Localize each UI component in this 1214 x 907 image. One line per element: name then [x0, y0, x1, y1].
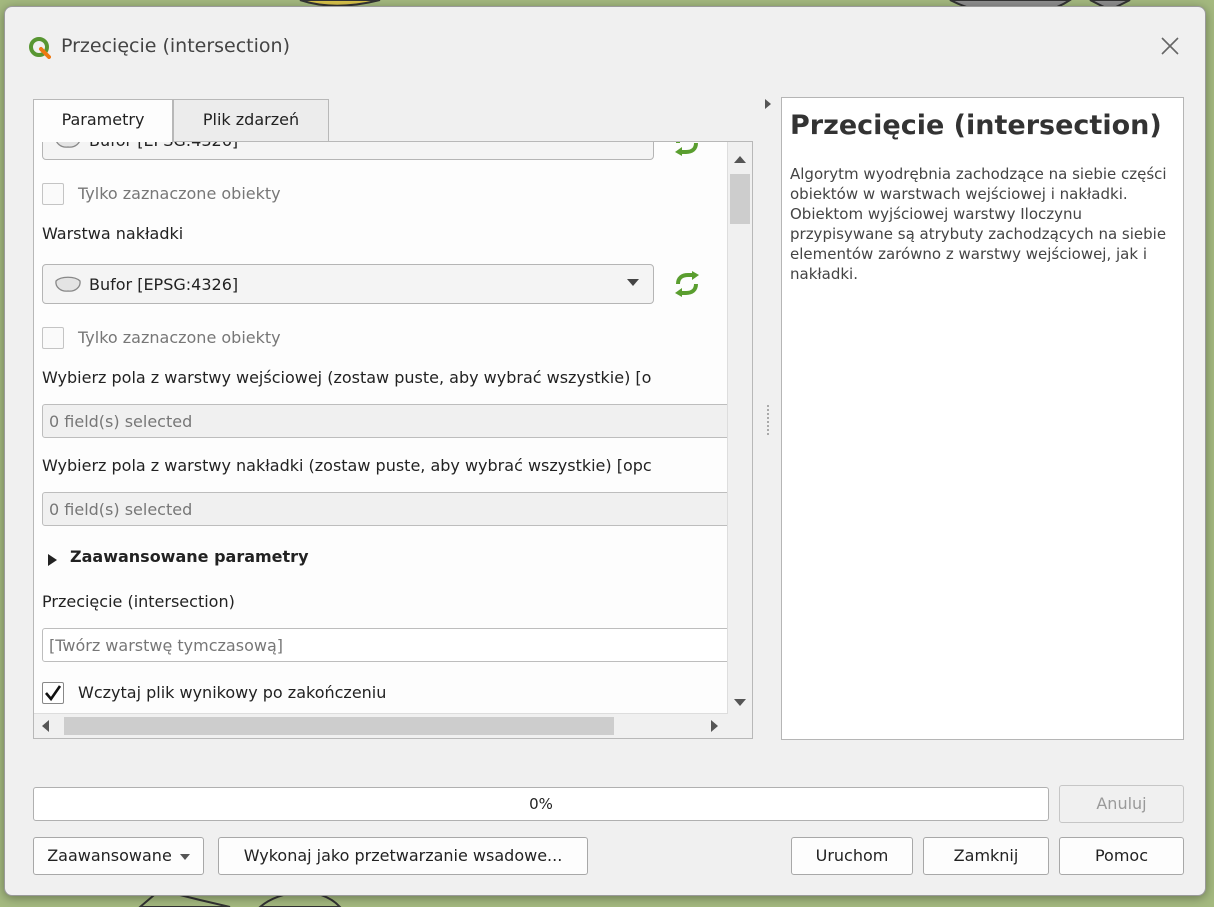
overlay-fields-selector[interactable]: 0 field(s) selected [42, 492, 728, 526]
iterate-refresh-icon[interactable] [672, 271, 702, 297]
selected-only-label-2: Tylko zaznaczone obiekty [78, 328, 281, 347]
scroll-down-arrow-icon[interactable] [734, 699, 746, 706]
checkmark-icon [45, 685, 62, 702]
progress-bar: 0% [33, 787, 1049, 821]
input-layer-combo[interactable]: Bufor [EPSG:4326] [42, 142, 654, 160]
overlay-fields-label: Wybierz pola z warstwy nakładki (zostaw … [42, 456, 652, 475]
selected-only-checkbox-1[interactable] [42, 183, 64, 205]
scrollbar-thumb[interactable] [64, 717, 614, 735]
tab-plik-zdarzen[interactable]: Plik zdarzeń [173, 99, 329, 141]
horizontal-scrollbar[interactable] [34, 713, 728, 738]
progress-label: 0% [529, 795, 553, 813]
cancel-button[interactable]: Anuluj [1059, 785, 1184, 823]
expand-arrow-icon[interactable] [48, 554, 57, 566]
chevron-down-icon [179, 853, 190, 860]
overlay-layer-combo[interactable]: Bufor [EPSG:4326] [42, 264, 654, 304]
help-title: Przecięcie (intersection) [790, 110, 1162, 141]
load-result-label: Wczytaj plik wynikowy po zakończeniu [78, 683, 387, 702]
collapse-help-arrow-icon[interactable] [765, 99, 771, 109]
dialog-title: Przecięcie (intersection) [61, 35, 290, 57]
close-icon[interactable] [1155, 31, 1185, 61]
input-fields-selector[interactable]: 0 field(s) selected [42, 404, 728, 438]
help-button[interactable]: Pomoc [1059, 837, 1184, 875]
polygon-layer-icon [56, 142, 80, 148]
scroll-up-arrow-icon[interactable] [734, 156, 746, 163]
output-label: Przecięcie (intersection) [42, 592, 235, 611]
scroll-corner [728, 714, 752, 738]
overlay-layer-label: Warstwa nakładki [42, 224, 184, 243]
parameters-panel: Bufor [EPSG:4326] Tylko zaznaczone obiek… [33, 141, 753, 739]
scroll-right-arrow-icon[interactable] [711, 720, 718, 732]
vertical-scrollbar[interactable] [727, 142, 752, 716]
output-destination-field[interactable]: [Twórz warstwę tymczasową] [42, 628, 728, 662]
advanced-dropdown-button[interactable]: Zaawansowane [33, 837, 204, 875]
run-as-batch-button[interactable]: Wykonaj jako przetwarzanie wsadowe... [218, 837, 588, 875]
tab-parametry[interactable]: Parametry [33, 99, 173, 142]
chevron-down-icon [627, 279, 639, 286]
selected-only-label-1: Tylko zaznaczone obiekty [78, 184, 281, 203]
splitter-handle[interactable] [767, 405, 769, 435]
title-bar: Przecięcie (intersection) [5, 7, 1205, 87]
scrollbar-thumb[interactable] [730, 174, 750, 224]
input-fields-label: Wybierz pola z warstwy wejściowej (zosta… [42, 368, 652, 387]
selected-only-checkbox-2[interactable] [42, 327, 64, 349]
run-button[interactable]: Uruchom [791, 837, 913, 875]
qgis-logo-icon [29, 37, 51, 59]
iterate-refresh-icon[interactable] [672, 142, 702, 156]
load-result-checkbox[interactable] [42, 682, 64, 704]
intersection-dialog: Przecięcie (intersection) Parametry Plik… [4, 6, 1206, 896]
help-panel: Przecięcie (intersection) Algorytm wyodr… [781, 97, 1184, 740]
close-button[interactable]: Zamknij [923, 837, 1049, 875]
scroll-left-arrow-icon[interactable] [42, 720, 49, 732]
parameters-scroll-area: Bufor [EPSG:4326] Tylko zaznaczone obiek… [34, 142, 728, 716]
advanced-parameters-toggle[interactable]: Zaawansowane parametry [70, 547, 309, 566]
help-description: Algorytm wyodrębnia zachodzące na siebie… [790, 165, 1167, 283]
polygon-layer-icon [55, 276, 81, 292]
